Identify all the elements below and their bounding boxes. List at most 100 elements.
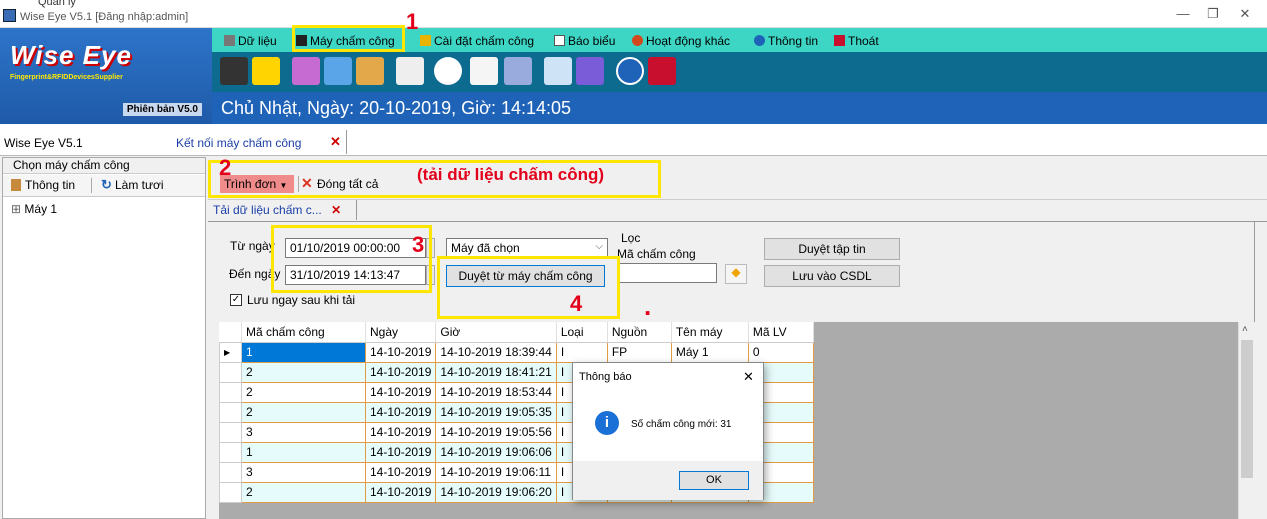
table-cell[interactable]: 14-10-2019 18:41:21 [435, 361, 557, 383]
menu-bao-bieu[interactable]: Báo biểu [554, 34, 615, 50]
table-cell[interactable]: 2 [241, 481, 366, 503]
refresh-icon: ↻ [101, 177, 112, 192]
table-cell[interactable]: 14-10-2019 19:06:06 [435, 441, 557, 463]
col-header[interactable]: Loại [556, 322, 608, 343]
table-cell[interactable]: 14-10-2019 [364, 441, 437, 463]
table-cell[interactable]: 14-10-2019 [364, 401, 437, 423]
brand-subtitle: Fingerprint&RFIDDevicesSupplier [10, 74, 123, 81]
row-header[interactable] [219, 421, 242, 443]
device-panel-toolbar: Thông tin ↻ Làm tươi [3, 175, 205, 197]
admin-icon[interactable] [576, 57, 604, 85]
partial-menu-text: Quản lý [38, 0, 76, 8]
minimize-button[interactable]: — [1168, 6, 1198, 24]
schedule-icon[interactable] [504, 57, 532, 85]
transfer-icon[interactable] [252, 57, 280, 85]
table-cell[interactable]: Máy 1 [670, 341, 749, 363]
table-cell[interactable]: 3 [241, 461, 366, 483]
tab-connect-device[interactable]: Kết nối máy chấm công [176, 136, 301, 150]
table-cell[interactable]: I [555, 341, 608, 363]
machine-select[interactable]: Máy đã chọn ⌵ [446, 238, 608, 258]
table-cell[interactable]: 14-10-2019 [364, 461, 437, 483]
row-header[interactable] [219, 361, 242, 383]
filter-input[interactable] [617, 263, 717, 283]
refresh-button[interactable]: Làm tươi [115, 178, 164, 192]
table-cell[interactable]: 14-10-2019 18:53:44 [435, 381, 557, 403]
table-cell[interactable]: 14-10-2019 19:06:11 [435, 461, 557, 483]
settings-icon [420, 35, 431, 46]
users-icon[interactable] [356, 57, 384, 85]
annotation-box-4 [437, 256, 620, 319]
about-icon[interactable] [616, 57, 644, 85]
employees-icon[interactable] [292, 57, 320, 85]
menu-cai-dat-cham-cong[interactable]: Cài đặt chấm công [420, 34, 534, 50]
filter-dropdown-icon[interactable]: ◆ [725, 264, 747, 284]
table-cell[interactable]: 14-10-2019 [364, 481, 437, 503]
table-row[interactable]: ▶ 1 14-10-2019 14-10-2019 18:39:44 I FP Máy 10 [219, 341, 814, 363]
menu-thong-tin[interactable]: Thông tin [754, 34, 818, 50]
table-cell[interactable]: 2 [241, 381, 366, 403]
restore-button[interactable]: ❐ [1198, 6, 1228, 24]
tree-expand-icon[interactable]: ⊞ [11, 202, 21, 216]
annotation-box-3 [271, 225, 432, 293]
close-tab-icon[interactable]: ✕ [330, 134, 341, 150]
table-cell[interactable]: 14-10-2019 19:06:20 [435, 481, 557, 503]
row-header[interactable] [219, 401, 242, 423]
table-cell[interactable]: 14-10-2019 [364, 361, 437, 383]
grid-vertical-scrollbar[interactable]: ˄ [1238, 322, 1255, 519]
clock-icon[interactable] [434, 57, 462, 85]
browse-file-button[interactable]: Duyệt tập tin [764, 238, 900, 260]
col-header[interactable]: Nguồn [607, 322, 672, 343]
scroll-thumb[interactable] [1241, 340, 1253, 478]
edit-icon[interactable] [396, 57, 424, 85]
row-header[interactable] [219, 481, 242, 503]
save-now-checkbox[interactable]: ✓ [230, 294, 242, 306]
table-cell[interactable]: 14-10-2019 [364, 341, 437, 363]
table-cell[interactable]: 14-10-2019 [364, 381, 437, 403]
table-cell[interactable]: FP [606, 341, 672, 363]
table-cell[interactable]: 14-10-2019 18:39:44 [435, 341, 557, 363]
col-header[interactable]: Mã LV [748, 322, 814, 343]
menu-du-lieu[interactable]: Dữ liệu [224, 34, 277, 50]
window-title: Wise Eye V5.1 [Đăng nhập:admin] [20, 11, 189, 23]
report-view-icon[interactable] [544, 57, 572, 85]
row-header[interactable]: ▶ [219, 341, 242, 363]
department-icon[interactable] [324, 57, 352, 85]
col-header[interactable]: Ngày [365, 322, 437, 343]
row-header[interactable] [219, 461, 242, 483]
activity-icon [632, 35, 643, 46]
col-header[interactable]: Tên máy [671, 322, 749, 343]
inner-tab-download[interactable]: Tải dữ liệu chấm c... ✕ [213, 203, 341, 217]
close-inner-tab-icon[interactable]: ✕ [331, 203, 341, 217]
dialog-button-bar: OK [573, 461, 763, 500]
info-button[interactable]: Thông tin [25, 178, 75, 192]
logout-icon[interactable] [648, 57, 676, 85]
version-label: Phiên bản V5.0 [122, 103, 202, 116]
menu-hoat-dong-khac[interactable]: Hoạt động khác [632, 34, 730, 50]
calendar-icon[interactable] [470, 57, 498, 85]
annotation-dot: . [644, 291, 652, 321]
filter-label: Mã chấm công [617, 247, 696, 261]
dialog-close-icon[interactable]: ✕ [743, 369, 754, 385]
table-cell[interactable]: 0 [747, 341, 814, 363]
device-connect-icon[interactable] [220, 57, 248, 85]
col-header[interactable]: Mã chấm công [241, 322, 366, 343]
table-cell[interactable]: 2 [241, 401, 366, 423]
save-db-button[interactable]: Lưu vào CSDL [764, 265, 900, 287]
col-header[interactable]: Giờ [435, 322, 557, 343]
save-now-label: Lưu ngay sau khi tải [247, 293, 356, 307]
row-header[interactable] [219, 441, 242, 463]
table-cell[interactable]: 14-10-2019 [364, 421, 437, 443]
table-cell[interactable]: 1 [241, 441, 366, 463]
table-cell[interactable]: 14-10-2019 19:05:56 [435, 421, 557, 443]
ok-button[interactable]: OK [679, 471, 749, 490]
menu-thoat[interactable]: Thoát [834, 34, 879, 50]
table-cell[interactable]: 1 [241, 341, 366, 363]
close-window-button[interactable]: ✕ [1230, 6, 1260, 24]
row-header[interactable] [219, 381, 242, 403]
table-cell[interactable]: 3 [241, 421, 366, 443]
table-cell[interactable]: 2 [241, 361, 366, 383]
tab-home[interactable]: Wise Eye V5.1 [4, 136, 83, 150]
scroll-up-icon[interactable]: ˄ [1242, 324, 1248, 335]
table-cell[interactable]: 14-10-2019 19:05:35 [435, 401, 557, 423]
tree-item-may-1[interactable]: Máy 1 [24, 202, 57, 216]
